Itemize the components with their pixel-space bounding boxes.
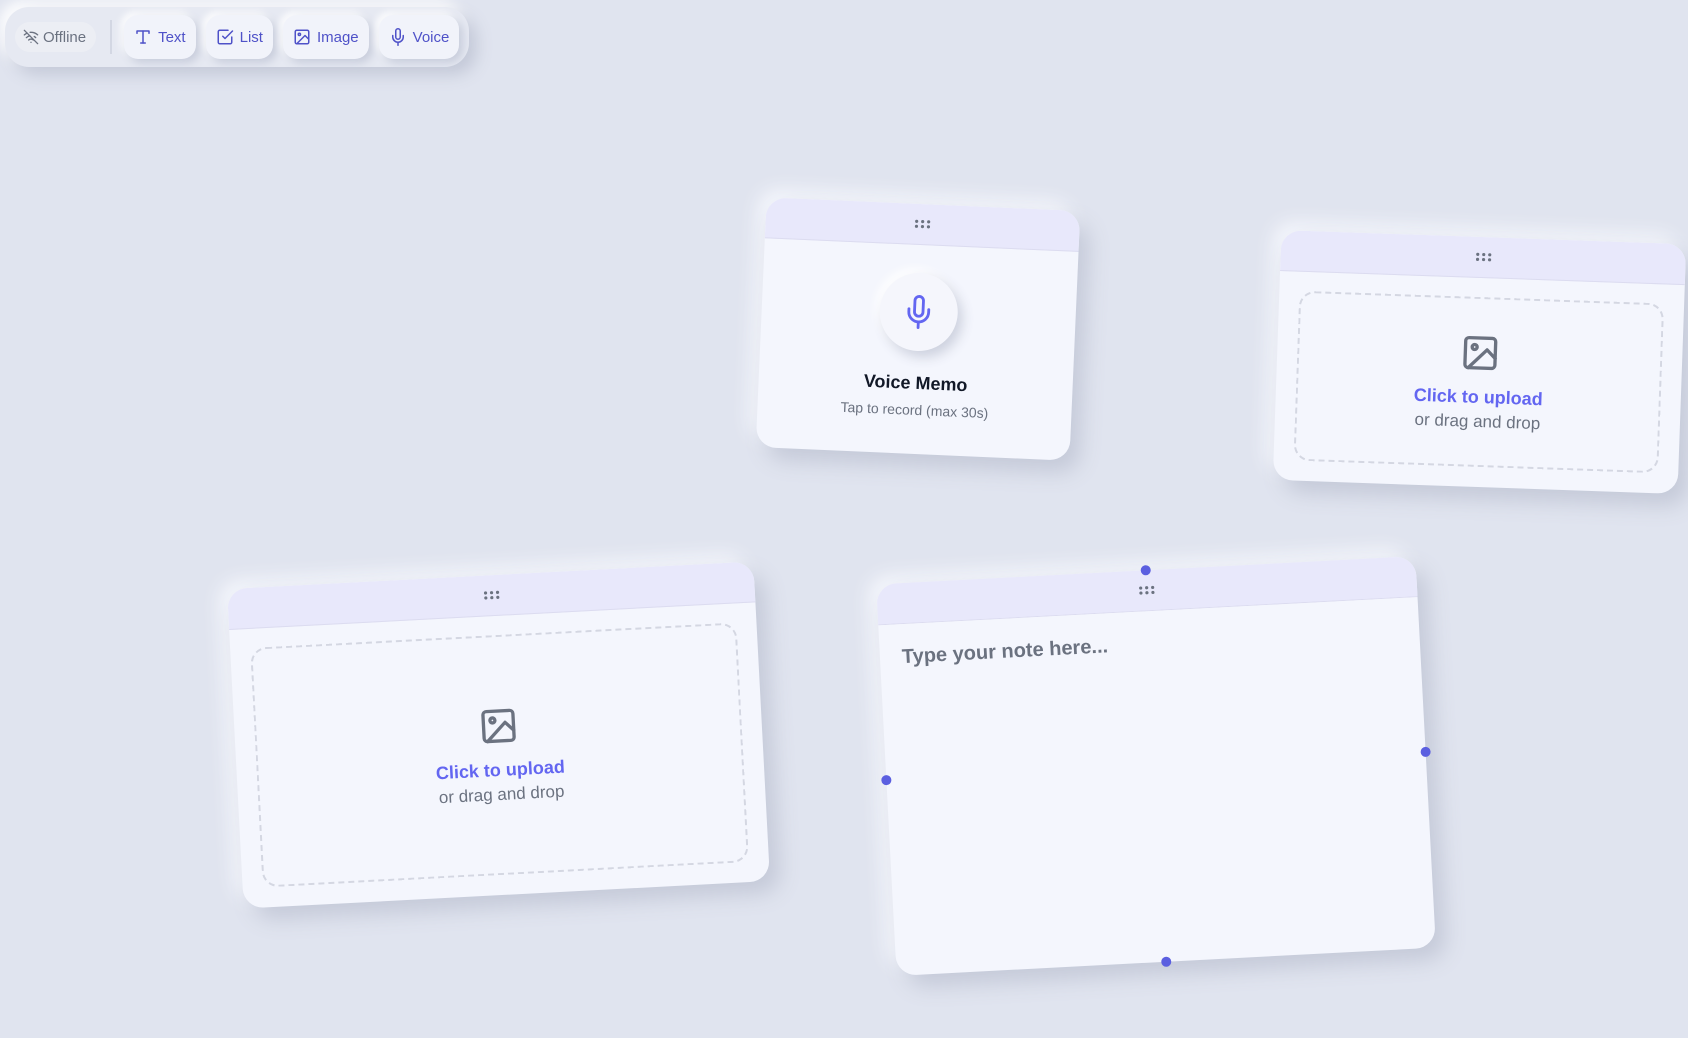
add-text-button[interactable]: Text <box>124 15 196 59</box>
image-icon <box>480 708 516 743</box>
voice-memo-subtitle: Tap to record (max 30s) <box>840 398 989 422</box>
image-card: Click to upload or drag and drop <box>1272 230 1687 494</box>
toolbar: Offline Text List Image Voice <box>5 7 470 67</box>
image-card: Click to upload or drag and drop <box>226 561 771 909</box>
add-image-button[interactable]: Image <box>282 15 369 59</box>
record-button[interactable] <box>878 271 960 353</box>
add-voice-label: Voice <box>412 28 450 46</box>
mic-icon <box>391 28 404 46</box>
add-list-label: List <box>239 28 263 46</box>
click-to-upload-link[interactable]: Click to upload <box>435 756 565 784</box>
grip-icon <box>1139 585 1155 595</box>
resize-handle-left[interactable] <box>881 774 892 786</box>
image-icon <box>1462 335 1497 370</box>
add-image-label: Image <box>316 28 359 46</box>
type-icon <box>136 30 150 44</box>
add-text-label: Text <box>158 28 186 46</box>
image-upload-dropzone[interactable]: Click to upload or drag and drop <box>250 622 749 888</box>
grip-icon <box>483 590 499 600</box>
card-drag-handle[interactable] <box>226 561 756 630</box>
offline-status-badge: Offline <box>15 22 97 52</box>
grip-icon <box>1475 252 1491 262</box>
offline-status-label: Offline <box>43 28 87 46</box>
add-list-button[interactable]: List <box>205 15 273 59</box>
add-voice-button[interactable]: Voice <box>378 15 460 59</box>
wifi-off-icon <box>23 29 39 45</box>
resize-handle-right[interactable] <box>1420 746 1431 758</box>
resize-handle-bottom[interactable] <box>1161 956 1172 967</box>
drag-and-drop-hint: or drag and drop <box>1414 409 1541 433</box>
image-icon <box>294 29 310 45</box>
grip-icon <box>914 219 931 229</box>
toolbar-divider <box>110 20 113 54</box>
card-drag-handle[interactable] <box>1280 230 1687 286</box>
click-to-upload-link[interactable]: Click to upload <box>1413 384 1543 409</box>
image-upload-dropzone[interactable]: Click to upload or drag and drop <box>1293 290 1665 474</box>
voice-memo-body: Voice Memo Tap to record (max 30s) <box>757 238 1078 425</box>
checkbox-icon <box>217 29 233 45</box>
drag-and-drop-hint: or drag and drop <box>438 781 565 807</box>
text-note-card: Type your note here... <box>876 556 1436 976</box>
voice-memo-title: Voice Memo <box>863 370 968 396</box>
note-text-input[interactable]: Type your note here... <box>901 620 1398 669</box>
voice-memo-card: Voice Memo Tap to record (max 30s) <box>755 197 1081 461</box>
mic-icon <box>907 295 931 330</box>
